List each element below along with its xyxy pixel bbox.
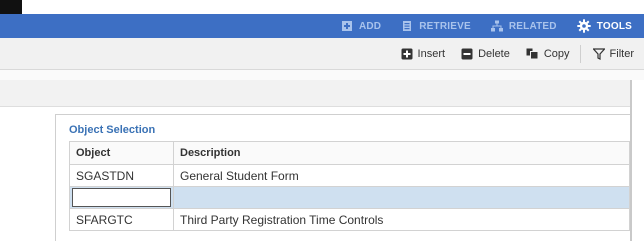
retrieve-label: RETRIEVE — [419, 20, 471, 32]
description-cell[interactable]: Third Party Registration Time Controls — [173, 208, 630, 231]
add-button[interactable]: ADD — [341, 20, 381, 32]
add-label: ADD — [358, 20, 382, 32]
object-cell[interactable]: SFARGTC — [69, 208, 174, 231]
object-selection-table: Object Description SGASTDN General Stude… — [69, 141, 630, 231]
vertical-scroll-track[interactable] — [630, 80, 632, 241]
copy-button[interactable]: Copy — [526, 48, 570, 60]
gear-icon — [577, 19, 591, 33]
column-header-description[interactable]: Description — [173, 141, 630, 165]
delete-icon — [461, 48, 473, 59]
related-button[interactable]: RELATED — [490, 20, 557, 32]
retrieve-button[interactable]: RETRIEVE — [401, 20, 471, 32]
tools-label: TOOLS — [596, 20, 632, 32]
copy-icon — [526, 48, 539, 59]
retrieve-icon — [403, 21, 412, 31]
related-label: RELATED — [508, 20, 557, 32]
description-cell[interactable] — [173, 186, 630, 209]
section-title: Object Selection — [69, 124, 156, 136]
insert-icon — [401, 48, 413, 59]
toolbar-gap — [0, 70, 644, 80]
corner-mark — [0, 0, 22, 14]
insert-label: Insert — [417, 47, 446, 60]
description-cell[interactable]: General Student Form — [173, 164, 630, 187]
copy-label: Copy — [543, 47, 570, 60]
toolbar-divider — [579, 44, 581, 63]
table-row[interactable]: SGASTDN General Student Form — [69, 164, 630, 187]
add-icon — [341, 21, 352, 31]
record-toolbar: Insert Delete Copy Filter — [0, 38, 644, 70]
insert-button[interactable]: Insert — [401, 47, 446, 60]
object-input[interactable] — [72, 188, 171, 207]
table-header-row: Object Description — [69, 141, 630, 165]
related-icon — [490, 20, 503, 32]
object-cell[interactable]: SGASTDN — [69, 164, 174, 187]
column-header-object[interactable]: Object — [69, 141, 174, 165]
table-row-selected[interactable] — [69, 186, 630, 209]
filter-label: Filter — [609, 47, 634, 60]
tools-button[interactable]: TOOLS — [577, 19, 632, 33]
top-navigation-bar: ADD RETRIEVE RELATED TOOLS — [0, 14, 644, 38]
key-block-strip — [0, 80, 630, 107]
object-cell-editing[interactable] — [69, 186, 174, 209]
delete-button[interactable]: Delete — [461, 48, 510, 60]
filter-icon — [592, 47, 605, 60]
delete-label: Delete — [478, 47, 510, 60]
filter-button[interactable]: Filter — [592, 47, 634, 60]
table-row[interactable]: SFARGTC Third Party Registration Time Co… — [69, 208, 630, 231]
